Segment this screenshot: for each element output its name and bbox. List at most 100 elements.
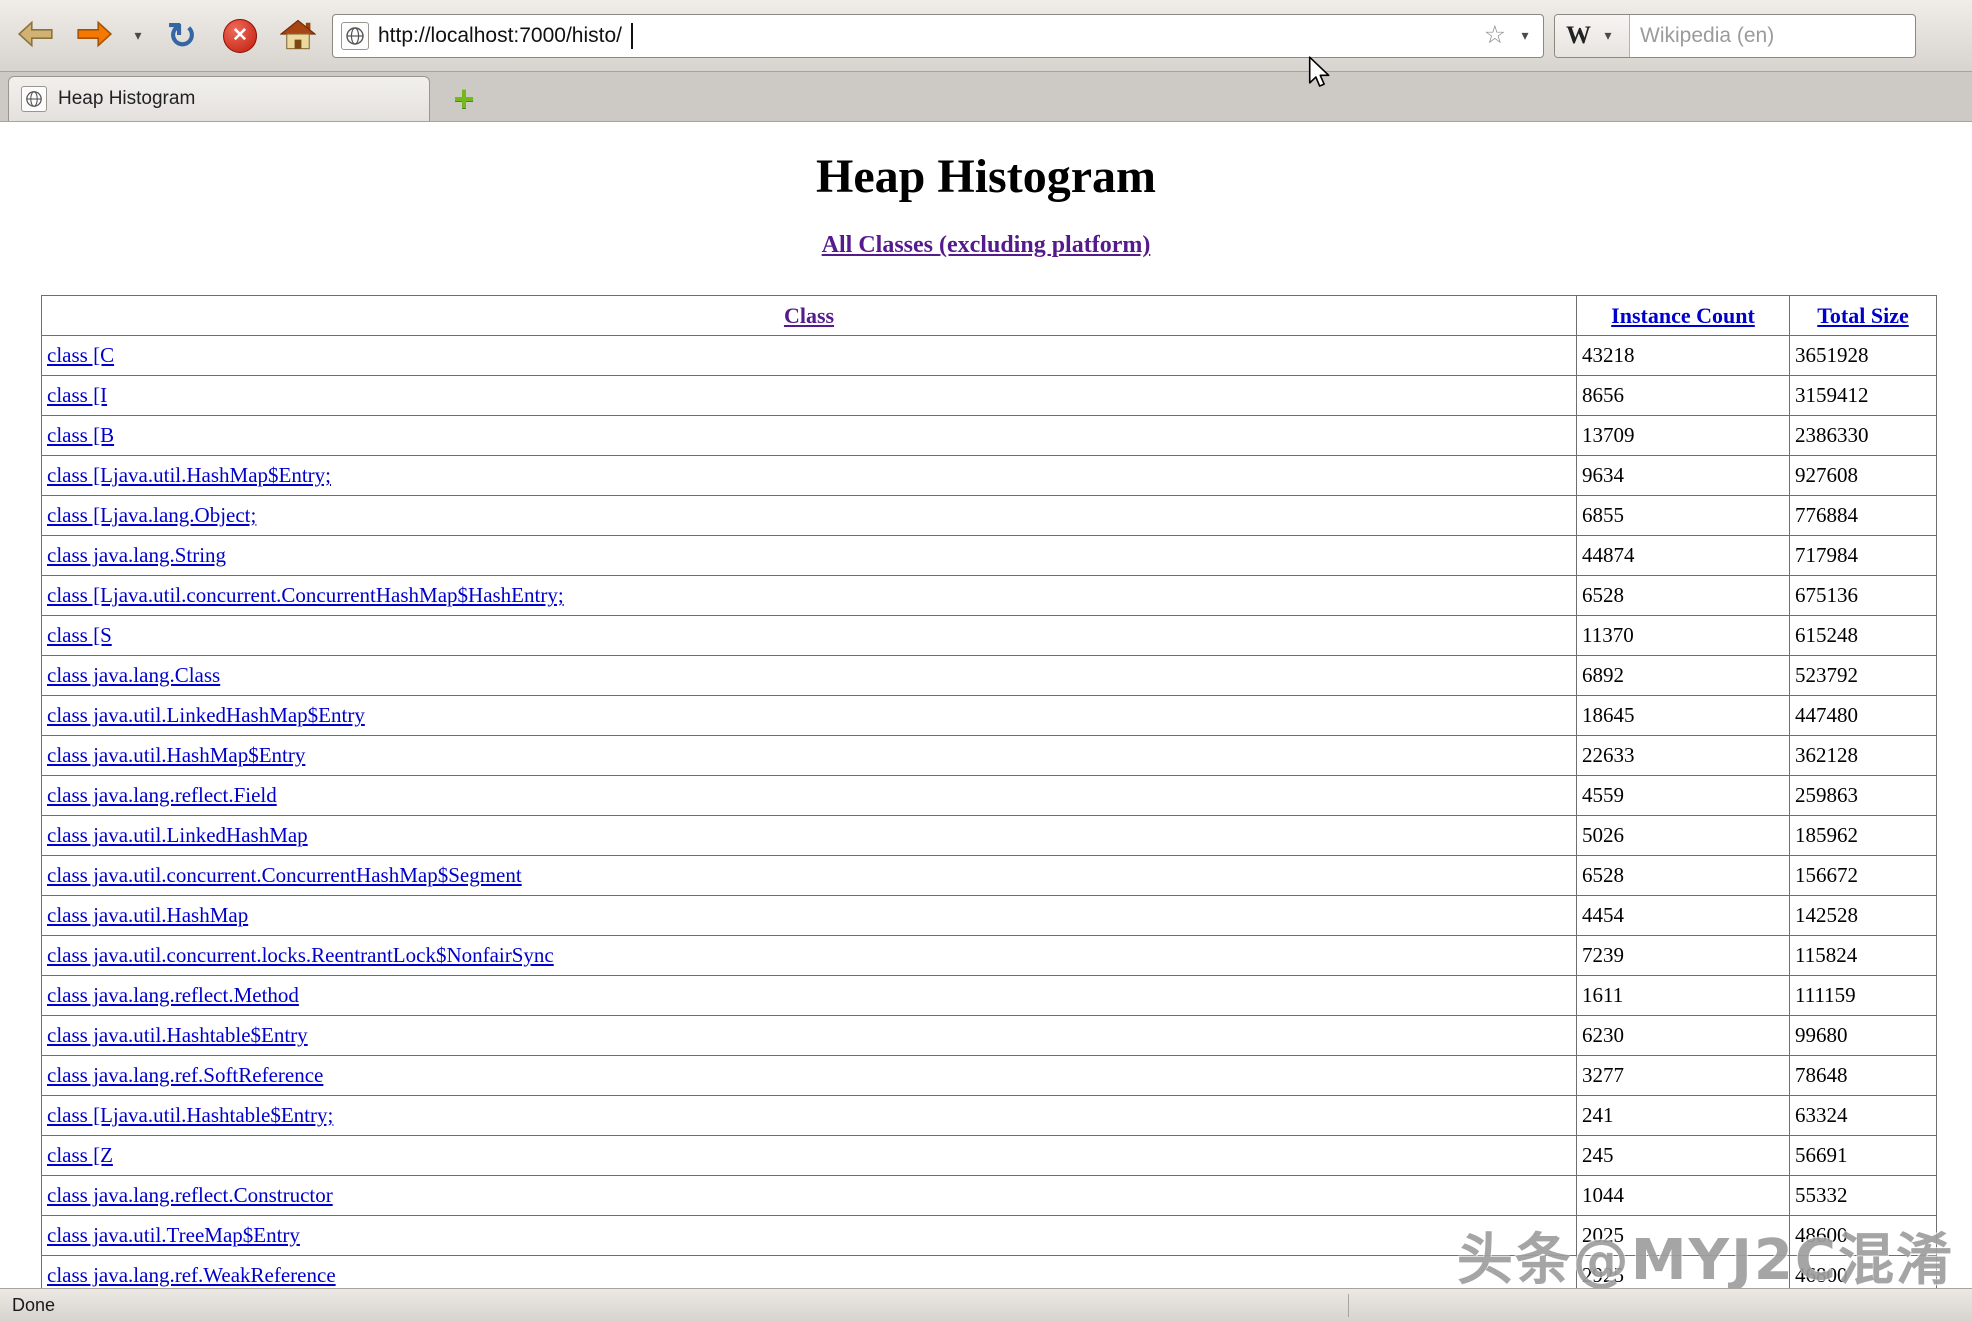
bookmark-star-icon[interactable]: ☆ <box>1484 23 1506 48</box>
status-divider <box>1348 1294 1349 1317</box>
instance-count-cell: 2925 <box>1577 1256 1790 1289</box>
class-link[interactable]: class java.lang.reflect.Method <box>47 983 299 1007</box>
search-engine-dropdown-icon[interactable]: ▾ <box>1598 27 1618 44</box>
instance-count-cell: 241 <box>1577 1096 1790 1136</box>
class-link[interactable]: class java.util.Hashtable$Entry <box>47 1023 308 1047</box>
forward-arrow-icon <box>75 19 113 52</box>
table-row: class [Ljava.util.concurrent.ConcurrentH… <box>42 576 1937 616</box>
instance-count-column-header: Instance Count <box>1577 296 1790 336</box>
class-cell: class java.lang.ref.WeakReference <box>42 1256 1577 1289</box>
total-size-cell: 259863 <box>1790 776 1937 816</box>
class-link[interactable]: class java.lang.reflect.Constructor <box>47 1183 333 1207</box>
table-row: class [I86563159412 <box>42 376 1937 416</box>
back-button[interactable] <box>12 9 60 63</box>
class-link[interactable]: class [Ljava.lang.Object; <box>47 503 256 527</box>
class-link[interactable]: class java.util.LinkedHashMap$Entry <box>47 703 365 727</box>
instance-count-header-link[interactable]: Instance Count <box>1611 303 1755 328</box>
table-row: class java.util.Hashtable$Entry623099680 <box>42 1016 1937 1056</box>
class-link[interactable]: class [Ljava.util.HashMap$Entry; <box>47 463 331 487</box>
class-cell: class java.util.TreeMap$Entry <box>42 1216 1577 1256</box>
class-header-link[interactable]: Class <box>784 303 834 328</box>
class-link[interactable]: class java.util.concurrent.locks.Reentra… <box>47 943 554 967</box>
instance-count-cell: 22633 <box>1577 736 1790 776</box>
table-row: class java.util.LinkedHashMap$Entry18645… <box>42 696 1937 736</box>
class-cell: class [B <box>42 416 1577 456</box>
class-link[interactable]: class [B <box>47 423 114 447</box>
stop-button[interactable]: ✕ <box>216 9 264 63</box>
history-dropdown-icon[interactable]: ▾ <box>128 27 148 44</box>
class-cell: class [S <box>42 616 1577 656</box>
instance-count-cell: 6230 <box>1577 1016 1790 1056</box>
class-link[interactable]: class java.lang.ref.SoftReference <box>47 1063 323 1087</box>
total-size-cell: 717984 <box>1790 536 1937 576</box>
total-size-column-header: Total Size <box>1790 296 1937 336</box>
search-box[interactable]: W ▾ Wikipedia (en) <box>1554 14 1916 58</box>
page-content: Heap Histogram All Classes (excluding pl… <box>0 122 1972 1288</box>
table-row: class java.lang.reflect.Field 4559259863 <box>42 776 1937 816</box>
total-size-cell: 48600 <box>1790 1216 1937 1256</box>
instance-count-cell: 44874 <box>1577 536 1790 576</box>
instance-count-cell: 245 <box>1577 1136 1790 1176</box>
url-input[interactable]: http://localhost:7000/histo/ <box>378 24 622 48</box>
reload-button[interactable]: ↻ <box>158 9 206 63</box>
class-link[interactable]: class java.lang.String <box>47 543 226 567</box>
tab-heap-histogram[interactable]: Heap Histogram <box>8 76 430 121</box>
total-size-header-link[interactable]: Total Size <box>1817 303 1908 328</box>
instance-count-cell: 5026 <box>1577 816 1790 856</box>
total-size-cell: 2386330 <box>1790 416 1937 456</box>
class-link[interactable]: class [I <box>47 383 107 407</box>
forward-button[interactable] <box>70 9 118 63</box>
total-size-cell: 362128 <box>1790 736 1937 776</box>
instance-count-cell: 43218 <box>1577 336 1790 376</box>
class-cell: class java.util.LinkedHashMap$Entry <box>42 696 1577 736</box>
table-row: class java.util.concurrent.ConcurrentHas… <box>42 856 1937 896</box>
table-row: class [C432183651928 <box>42 336 1937 376</box>
total-size-cell: 111159 <box>1790 976 1937 1016</box>
class-link[interactable]: class java.util.TreeMap$Entry <box>47 1223 300 1247</box>
class-cell: class [Z <box>42 1136 1577 1176</box>
table-row: class java.lang.reflect.Constructor10445… <box>42 1176 1937 1216</box>
search-engine-button[interactable]: W ▾ <box>1555 15 1630 57</box>
instance-count-cell: 4559 <box>1577 776 1790 816</box>
total-size-cell: 615248 <box>1790 616 1937 656</box>
table-row: class java.lang.ref.WeakReference2925468… <box>42 1256 1937 1289</box>
browser-window: ▾ ↻ ✕ <box>0 0 1972 1288</box>
table-row: class java.util.TreeMap$Entry 202548600 <box>42 1216 1937 1256</box>
class-link[interactable]: class [Ljava.util.concurrent.ConcurrentH… <box>47 583 564 607</box>
total-size-cell: 185962 <box>1790 816 1937 856</box>
table-row: class java.lang.ref.SoftReference3277786… <box>42 1056 1937 1096</box>
home-button[interactable] <box>274 9 322 63</box>
instance-count-cell: 13709 <box>1577 416 1790 456</box>
total-size-cell: 78648 <box>1790 1056 1937 1096</box>
class-link[interactable]: class java.lang.reflect.Field <box>47 783 277 807</box>
search-input[interactable]: Wikipedia (en) <box>1630 24 1784 48</box>
class-link[interactable]: class java.lang.Class <box>47 663 220 687</box>
text-caret <box>631 23 633 49</box>
table-row: class [Ljava.lang.Object;6855776884 <box>42 496 1937 536</box>
class-link[interactable]: class [Ljava.util.Hashtable$Entry; <box>47 1103 333 1127</box>
url-bar[interactable]: http://localhost:7000/histo/ ☆ ▾ <box>332 14 1544 58</box>
all-classes-link[interactable]: All Classes (excluding platform) <box>822 232 1151 258</box>
class-link[interactable]: class java.util.LinkedHashMap <box>47 823 308 847</box>
instance-count-cell: 11370 <box>1577 616 1790 656</box>
class-link[interactable]: class java.lang.ref.WeakReference <box>47 1263 336 1287</box>
table-row: class java.lang.String 44874717984 <box>42 536 1937 576</box>
bookmark-dropdown-icon[interactable]: ▾ <box>1515 27 1535 44</box>
tab-bar: Heap Histogram + <box>0 72 1972 122</box>
class-link[interactable]: class java.util.concurrent.ConcurrentHas… <box>47 863 522 887</box>
class-link[interactable]: class [Z <box>47 1143 113 1167</box>
heap-table: Class Instance Count Total Size class [C… <box>41 295 1937 1288</box>
class-cell: class java.lang.String <box>42 536 1577 576</box>
table-row: class [B 137092386330 <box>42 416 1937 456</box>
new-tab-button[interactable]: + <box>444 76 484 121</box>
class-link[interactable]: class [S <box>47 623 112 647</box>
class-link[interactable]: class [C <box>47 343 114 367</box>
instance-count-cell: 6528 <box>1577 856 1790 896</box>
tab-title: Heap Histogram <box>58 88 195 110</box>
instance-count-cell: 2025 <box>1577 1216 1790 1256</box>
class-link[interactable]: class java.util.HashMap <box>47 903 248 927</box>
class-link[interactable]: class java.util.HashMap$Entry <box>47 743 305 767</box>
class-cell: class java.lang.reflect.Field <box>42 776 1577 816</box>
table-row: class java.util.concurrent.locks.Reentra… <box>42 936 1937 976</box>
table-row: class [Ljava.util.Hashtable$Entry;241633… <box>42 1096 1937 1136</box>
